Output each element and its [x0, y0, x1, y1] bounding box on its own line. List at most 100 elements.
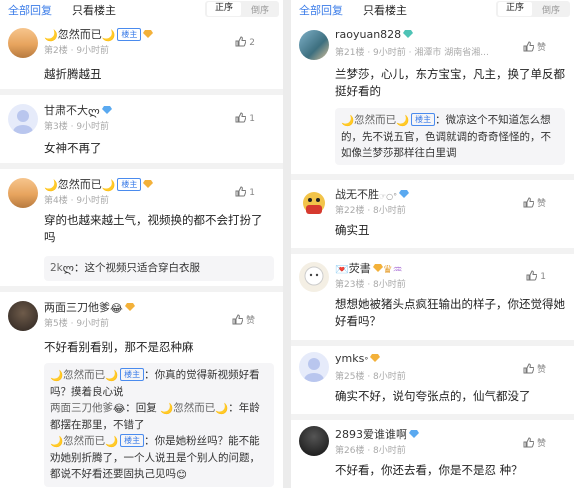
thumbs-up-icon [523, 197, 535, 211]
heart-emoji-icon: ლ [88, 105, 100, 118]
avatar[interactable] [8, 28, 38, 58]
author-name[interactable]: 2893爱谁谁啊 [335, 428, 407, 441]
thumbs-up-icon [235, 112, 247, 126]
like-count: 1 [540, 272, 546, 282]
floor-number: 第26楼 [335, 446, 365, 456]
author-line: 甘肃不大ლ [44, 102, 112, 118]
reply-author[interactable]: 2k [50, 262, 63, 274]
like-button[interactable]: 1 [235, 112, 255, 126]
like-button[interactable]: 1 [235, 186, 255, 200]
author-name[interactable]: 荧書 [349, 262, 371, 275]
like-button[interactable]: 赞 [523, 436, 546, 451]
reply-item[interactable]: 🌙忽然而已🌙 楼主 ：你是她粉丝吗？能不能劝她别折腾了，一个人说丑是个别人的问题，都… [50, 433, 268, 483]
member-gem-icon [124, 301, 135, 311]
reply-item[interactable]: 两面三刀他爹😂：回复 🌙忽然而已🌙：年龄都摆在那里，不错了 [50, 400, 268, 433]
right-thread-panel: 全部回复 只看楼主 正序 倒序 raoyuan828 第21楼 · 9小时前 ·… [291, 0, 574, 488]
reply-target[interactable]: 忽然而已 [173, 402, 215, 414]
avatar[interactable] [8, 301, 38, 331]
author-name[interactable]: raoyuan828 [335, 28, 401, 41]
level-badge-icon: ♒ [392, 263, 403, 276]
post-time: 9小时前 [76, 46, 110, 56]
like-button[interactable]: 赞 [523, 362, 546, 377]
member-gem-icon [101, 104, 112, 114]
floor-number: 第3楼 [44, 122, 68, 132]
author-name[interactable]: 甘肃不大 [44, 104, 88, 117]
author-name[interactable]: 两面三刀他爹 [44, 301, 110, 314]
post-meta: 第4楼 · 9小时前 [44, 196, 110, 206]
tab-all-replies[interactable]: 全部回复 [299, 2, 343, 18]
author-name[interactable]: 战无不胜 [335, 188, 379, 201]
smile-emoji-icon: 😊 [176, 469, 187, 481]
sun-emoji-icon: 🌙 [44, 29, 58, 42]
op-badge: 楼主 [117, 178, 142, 191]
member-gem-icon [143, 178, 154, 188]
reply-box: 🌙忽然而已🌙 楼主 ：微凉这个不知道怎么想的，先不说五官，色调就调的奇奇怪怪的，不如… [335, 108, 565, 165]
post-time: 9小时前 [76, 196, 110, 206]
ribbon-emoji-icon: 💌 [335, 263, 349, 276]
sort-desc-button[interactable]: 倒序 [534, 3, 568, 16]
post-location: 湘潭市 湖南省湘... [414, 48, 489, 58]
reply-author[interactable]: 忽然而已 [63, 435, 105, 447]
floor-number: 第23楼 [335, 280, 365, 290]
thumbs-up-icon [523, 437, 535, 451]
avatar[interactable] [299, 188, 329, 218]
thumbs-up-icon [235, 186, 247, 200]
tab-op-only[interactable]: 只看楼主 [363, 2, 407, 18]
avatar[interactable] [8, 178, 38, 208]
avatar[interactable] [8, 104, 38, 134]
post-content: 想想她被猪头点疯狂输出的样子，你还觉得她好看吗？ [335, 297, 565, 328]
avatar[interactable] [299, 352, 329, 382]
author-name[interactable]: 忽然而已 [58, 28, 102, 41]
author-name[interactable]: ymks [335, 352, 364, 365]
sun-emoji-icon: 🌙 [160, 403, 174, 415]
heart-emoji-icon: ლ [62, 263, 74, 275]
member-gem-icon [399, 188, 410, 198]
reply-tabs-bar: 全部回复 只看楼主 正序 倒序 [0, 0, 283, 20]
like-button[interactable]: 2 [235, 36, 255, 50]
author-line: 两面三刀他爹😂 [44, 299, 135, 315]
sort-toggle: 正序 倒序 [496, 1, 570, 17]
reply-item[interactable]: 🌙忽然而已🌙 楼主 ：微凉这个不知道怎么想的，先不说五官，色调就调的奇奇怪怪的，不如… [341, 112, 559, 161]
floor-number: 第4楼 [44, 196, 68, 206]
avatar[interactable] [299, 426, 329, 456]
sun-emoji-icon: 🌙 [215, 403, 229, 415]
author-name[interactable]: 忽然而已 [58, 178, 102, 191]
avatar[interactable] [299, 262, 329, 292]
sort-desc-button[interactable]: 倒序 [243, 3, 277, 16]
reply-item[interactable]: 2kლ：这个视频只适合穿白衣服 [50, 260, 268, 277]
post-time: 8小时前 [373, 206, 406, 216]
op-badge: 楼主 [120, 434, 145, 447]
post-content: 确实丑 [335, 223, 370, 237]
like-count: 1 [249, 114, 255, 124]
reply-item[interactable]: 🌙忽然而已🌙 楼主 ：你真的觉得新视频好看吗？摸着良心说 [50, 367, 268, 400]
like-count: 赞 [536, 439, 546, 449]
post-meta: 第25楼 · 8小时前 [335, 372, 406, 382]
author-line: 🌙忽然而已🌙 楼主 [44, 176, 154, 192]
author-line: ymks° [335, 352, 381, 365]
reply-author[interactable]: 忽然而已 [63, 369, 105, 381]
like-button[interactable]: 1 [526, 270, 546, 284]
tab-op-only[interactable]: 只看楼主 [72, 2, 116, 18]
like-button[interactable]: 赞 [232, 313, 255, 328]
reply-author[interactable]: 两面三刀他爹 [50, 402, 113, 414]
floor-number: 第21楼 [335, 48, 365, 58]
decoration-emoji-icon: ☞○° [379, 192, 398, 201]
like-button[interactable]: 赞 [523, 196, 546, 211]
tab-all-replies[interactable]: 全部回复 [8, 2, 52, 18]
like-count: 赞 [536, 199, 546, 209]
sort-asc-button[interactable]: 正序 [207, 2, 241, 16]
reply-box: 2kლ：这个视频只适合穿白衣服 [44, 256, 274, 281]
reply-author[interactable]: 忽然而已 [354, 114, 396, 126]
post-time: 8小时前 [373, 280, 406, 290]
sort-asc-button[interactable]: 正序 [498, 2, 532, 16]
reply-text: ：回复 [125, 402, 157, 414]
like-count: 赞 [536, 43, 546, 53]
sun-emoji-icon: 🌙 [50, 436, 64, 448]
thumbs-up-icon [523, 41, 535, 55]
like-button[interactable]: 赞 [523, 40, 546, 55]
post-content: 越折腾越丑 [44, 67, 102, 81]
avatar[interactable] [299, 30, 329, 60]
post-content: 女神不再了 [44, 141, 102, 155]
like-count: 2 [249, 38, 255, 48]
post-meta: 第2楼 · 9小时前 [44, 46, 110, 56]
